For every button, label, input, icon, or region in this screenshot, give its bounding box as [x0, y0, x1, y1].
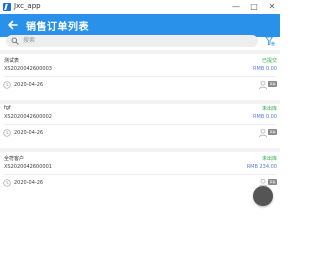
page-title: 销售订单列表: [26, 22, 89, 33]
customer-name: fgf: [4, 105, 11, 111]
minimize-button[interactable]: —: [230, 1, 242, 12]
close-button[interactable]: ✕: [266, 1, 278, 12]
order-date: 2020-04-26: [14, 180, 44, 186]
search-input[interactable]: 搜索: [23, 36, 35, 46]
clock-icon: [3, 81, 11, 89]
customer-name: 测试表: [4, 58, 20, 64]
card-separator: [4, 76, 276, 77]
order-status: 已提交: [261, 58, 277, 64]
clock-icon: [3, 179, 11, 187]
customer-name: 全符客户: [4, 156, 25, 162]
status-badge: 草稿: [268, 179, 277, 185]
order-date: 2020-04-26: [14, 130, 44, 136]
back-button[interactable]: [4, 16, 22, 34]
floating-action-button[interactable]: [253, 186, 273, 206]
window-titlebar: Jxc_app — □ ✕: [0, 0, 280, 14]
search-icon: [11, 37, 19, 45]
status-badge: 草稿: [268, 81, 277, 87]
order-date: 2020-04-26: [14, 82, 44, 88]
app-bar: 销售订单列表: [0, 14, 280, 37]
maximize-button[interactable]: □: [248, 1, 260, 12]
filter-icon[interactable]: [265, 36, 275, 46]
window-title: Jxc_app: [14, 2, 41, 10]
app-icon: [3, 3, 11, 11]
section-divider: [0, 148, 280, 152]
person-icon: [258, 128, 268, 138]
order-status: 未出库: [261, 106, 277, 112]
order-amount: RMB 0.00: [253, 66, 277, 72]
clock-icon: [3, 129, 11, 137]
status-badge: 草稿: [268, 129, 277, 135]
order-amount: RMB 0.00: [253, 114, 277, 120]
person-icon: [258, 80, 268, 90]
search-box[interactable]: 搜索: [6, 35, 258, 47]
order-number: XS2020042600001: [4, 164, 52, 170]
arrow-left-icon: [8, 20, 18, 30]
order-number: XS2020042600003: [4, 66, 52, 72]
bottom-fade: [0, 196, 280, 270]
order-status: 未出库: [261, 156, 277, 162]
order-card[interactable]: 测试表 XS2020042600003 已提交 RMB 0.00 2020-04…: [0, 57, 280, 101]
order-amount: RMB 234.00: [246, 164, 277, 170]
card-separator: [4, 124, 276, 125]
card-separator: [4, 174, 276, 175]
section-divider: [0, 100, 280, 104]
order-number: XS2020042600002: [4, 114, 52, 120]
order-card[interactable]: 全符客户 XS2020042600001 未出库 RMB 234.00 2020…: [0, 155, 280, 199]
order-card[interactable]: fgf XS2020042600002 未出库 RMB 0.00 2020-04…: [0, 105, 280, 149]
section-divider: [0, 50, 280, 54]
